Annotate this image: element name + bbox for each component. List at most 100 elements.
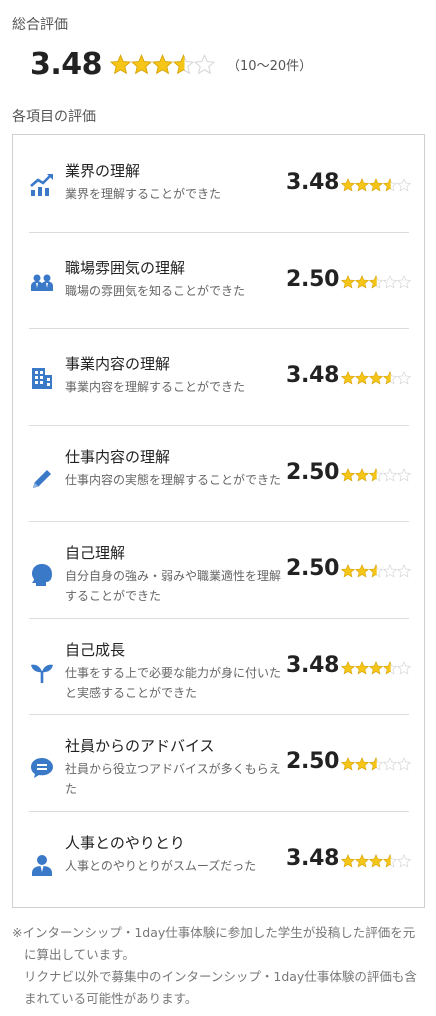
star-icon xyxy=(397,371,411,385)
item-stars xyxy=(341,467,411,482)
star-icon xyxy=(341,757,355,771)
item-score: 2.50 xyxy=(286,749,340,774)
people-icon xyxy=(29,269,55,295)
star-icon xyxy=(383,274,397,289)
star-icon xyxy=(369,757,383,771)
item-description: 自分自身の強み・弱みや職業適性を理解することができた xyxy=(65,569,282,603)
chart-icon xyxy=(29,172,55,198)
star-icon xyxy=(341,660,355,675)
star-icon xyxy=(397,178,411,192)
star-icon xyxy=(383,853,397,868)
star-icon xyxy=(397,757,411,771)
sprout-icon xyxy=(29,659,55,685)
rating-item: 人事とのやりとり 人事とのやりとりがスムーズだった 3.48 xyxy=(29,812,411,908)
overall-stars xyxy=(110,53,216,75)
rating-item: 職場雰囲気の理解 職場の雰囲気を知ることができた 2.50 xyxy=(29,233,411,329)
item-description: 仕事内容の実態を理解することができた xyxy=(65,472,282,487)
star-icon xyxy=(383,564,397,578)
rating-item: 業界の理解 業界を理解することができた 3.48 xyxy=(29,136,411,232)
speech-bubble-icon xyxy=(29,755,55,781)
item-title: 自己理解 xyxy=(65,544,126,562)
star-icon xyxy=(131,53,153,74)
overall-score: 3.48 xyxy=(30,46,103,82)
star-icon xyxy=(355,467,369,482)
star-icon xyxy=(397,660,411,675)
star-icon xyxy=(383,757,397,771)
item-stars xyxy=(341,564,411,578)
star-icon xyxy=(341,274,355,289)
item-description: 事業内容を理解することができた xyxy=(65,380,246,394)
item-stars xyxy=(341,757,411,771)
item-title: 自己成長 xyxy=(65,640,126,659)
star-icon xyxy=(355,178,369,192)
overall-rating: 3.48 （10〜20件） xyxy=(30,44,312,84)
star-icon xyxy=(355,853,369,868)
star-icon xyxy=(369,274,383,289)
item-description: 業界を理解することができた xyxy=(65,187,222,201)
item-score: 2.50 xyxy=(286,556,340,581)
ratings-card: 業界の理解 業界を理解することができた 3.48 職場雰囲気の理解 職場の雰囲気… xyxy=(12,134,425,908)
star-icon xyxy=(369,564,383,578)
overall-label: 総合評価 xyxy=(12,17,68,33)
footnote: ※インターンシップ・1day仕事体験に参加した学生が投稿した評価を元に算出してい… xyxy=(12,922,426,1010)
item-title: 仕事内容の理解 xyxy=(65,447,171,466)
rating-item: 社員からのアドバイス 社員から役立つアドバイスが多くもらえた 2.50 xyxy=(29,715,411,811)
rating-item: 仕事内容の理解 仕事内容の実態を理解することができた 2.50 xyxy=(29,426,411,522)
star-icon xyxy=(397,274,411,289)
star-icon xyxy=(397,564,411,578)
head-icon xyxy=(29,562,55,588)
overall-review-count: （10〜20件） xyxy=(227,58,313,74)
item-stars xyxy=(341,853,411,868)
item-stars xyxy=(341,371,411,385)
star-icon xyxy=(383,371,397,385)
star-icon xyxy=(110,53,132,74)
star-icon xyxy=(152,53,174,74)
star-icon xyxy=(383,467,397,482)
building-icon xyxy=(29,365,55,391)
footnote-line-2: リクナビ以外で募集中のインターンシップ・1day仕事体験の評価も含まれている可能… xyxy=(24,969,417,1006)
item-title: 人事とのやりとり xyxy=(65,833,185,852)
star-icon xyxy=(383,178,397,192)
pencil-icon xyxy=(29,466,55,492)
item-stars xyxy=(341,178,411,192)
star-icon xyxy=(341,371,355,385)
rating-item: 自己理解 自分自身の強み・弱みや職業適性を理解することができた 2.50 xyxy=(29,522,411,618)
star-icon xyxy=(355,371,369,385)
item-title: 業界の理解 xyxy=(65,162,141,180)
item-description: 人事とのやりとりがスムーズだった xyxy=(65,858,257,873)
item-title: 職場雰囲気の理解 xyxy=(65,258,186,277)
star-icon xyxy=(369,660,383,675)
item-score: 2.50 xyxy=(286,459,340,485)
star-icon xyxy=(369,178,383,192)
person-icon xyxy=(29,852,55,878)
item-description: 職場の雰囲気を知ることができた xyxy=(65,283,246,298)
rating-item: 自己成長 仕事をする上で必要な能力が身に付いたと実感することができた 3.48 xyxy=(29,619,411,715)
item-title: 事業内容の理解 xyxy=(65,355,171,373)
item-score: 3.48 xyxy=(286,845,340,871)
item-score: 3.48 xyxy=(286,652,340,678)
star-icon xyxy=(369,371,383,385)
star-icon xyxy=(355,564,369,578)
items-label: 各項目の評価 xyxy=(12,109,96,125)
star-icon xyxy=(341,178,355,192)
rating-item: 事業内容の理解 事業内容を理解することができた 3.48 xyxy=(29,329,411,425)
star-icon xyxy=(355,660,369,675)
item-stars xyxy=(341,660,411,675)
star-icon xyxy=(383,660,397,675)
item-title: 社員からのアドバイス xyxy=(65,737,215,755)
star-icon xyxy=(194,53,216,74)
star-icon xyxy=(355,757,369,771)
item-score: 3.48 xyxy=(286,170,340,195)
star-icon xyxy=(355,274,369,289)
star-icon xyxy=(341,467,355,482)
star-icon xyxy=(369,853,383,868)
star-icon xyxy=(369,467,383,482)
item-description: 仕事をする上で必要な能力が身に付いたと実感することができた xyxy=(65,665,282,700)
star-icon xyxy=(173,53,195,74)
item-score: 2.50 xyxy=(286,266,340,292)
item-description: 社員から役立つアドバイスが多くもらえた xyxy=(65,762,281,796)
item-score: 3.48 xyxy=(286,363,340,388)
star-icon xyxy=(397,467,411,482)
item-stars xyxy=(341,274,411,289)
star-icon xyxy=(341,853,355,868)
